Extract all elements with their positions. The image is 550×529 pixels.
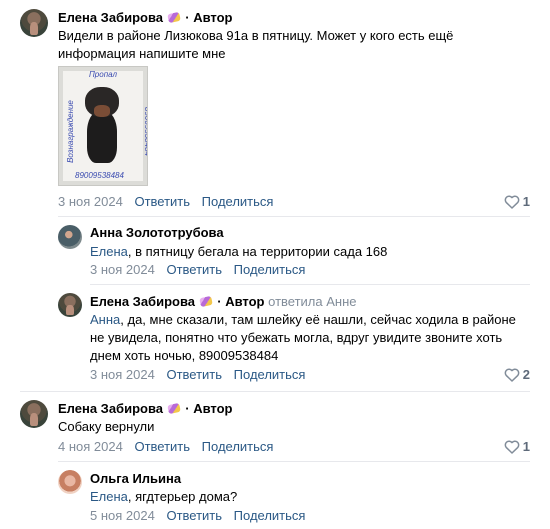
- comment-date[interactable]: 5 ноя 2024: [90, 508, 155, 523]
- comment-text: Анна, да, мне сказали, там шлейку её наш…: [90, 312, 516, 363]
- comment-footer: 3 ноя 2024 Ответить Поделиться: [58, 194, 273, 209]
- divider: [58, 216, 530, 217]
- reply-button[interactable]: Ответить: [166, 262, 222, 277]
- comment-footer: 3 ноя 2024 Ответить Поделиться: [90, 262, 305, 277]
- divider: [58, 461, 530, 462]
- comment-photo[interactable]: Пропал Вознаграждение 89009538484 890095…: [58, 66, 148, 186]
- heart-outline-icon: [504, 440, 520, 454]
- avatar[interactable]: [58, 225, 82, 249]
- heart-outline-icon: [504, 195, 520, 209]
- avatar[interactable]: [20, 9, 48, 37]
- share-button[interactable]: Поделиться: [234, 508, 306, 523]
- comment-text: Собаку вернули: [58, 419, 155, 434]
- sticker-emoji-icon: [199, 295, 214, 308]
- mention-link[interactable]: Анна: [90, 312, 120, 327]
- mention-link[interactable]: Елена: [90, 244, 128, 259]
- comment-date[interactable]: 4 ноя 2024: [58, 439, 123, 454]
- comment-date[interactable]: 3 ноя 2024: [90, 262, 155, 277]
- like-button[interactable]: 1: [504, 194, 530, 209]
- divider: [90, 284, 530, 285]
- share-button[interactable]: Поделиться: [234, 262, 306, 277]
- reply-button[interactable]: Ответить: [134, 439, 190, 454]
- photo-caption-top: Пропал: [89, 70, 117, 79]
- like-count: 2: [522, 367, 530, 382]
- comment-author[interactable]: Ольга Ильина: [90, 471, 181, 486]
- comment-footer: 5 ноя 2024 Ответить Поделиться: [90, 508, 305, 523]
- share-button[interactable]: Поделиться: [202, 194, 274, 209]
- mention-link[interactable]: Елена: [90, 489, 128, 504]
- photo-caption-left: Вознаграждение: [65, 100, 75, 163]
- photo-caption-bottom: 89009538484: [75, 171, 124, 180]
- comment-author[interactable]: Елена Забирова · Автор: [58, 401, 233, 416]
- reply-button[interactable]: Ответить: [134, 194, 190, 209]
- heart-outline-icon: [504, 368, 520, 382]
- divider: [20, 391, 530, 392]
- comment-author[interactable]: Анна Золототрубова: [90, 225, 224, 240]
- comment-footer: 4 ноя 2024 Ответить Поделиться: [58, 439, 273, 454]
- avatar[interactable]: [20, 400, 48, 428]
- share-button[interactable]: Поделиться: [234, 367, 306, 382]
- share-button[interactable]: Поделиться: [202, 439, 274, 454]
- sticker-emoji-icon: [167, 402, 182, 415]
- reply-to-link[interactable]: ответила Анне: [268, 294, 356, 309]
- avatar[interactable]: [58, 470, 82, 494]
- comment-footer: 3 ноя 2024 Ответить Поделиться: [90, 367, 305, 382]
- reply-button[interactable]: Ответить: [166, 508, 222, 523]
- author-badge: · Автор: [185, 10, 233, 25]
- sticker-emoji-icon: [167, 11, 182, 24]
- like-count: 1: [522, 439, 530, 454]
- like-button[interactable]: 2: [504, 367, 530, 382]
- photo-caption-right: 89009538484: [142, 107, 148, 156]
- reply-button[interactable]: Ответить: [166, 367, 222, 382]
- avatar[interactable]: [58, 293, 82, 317]
- comment-author[interactable]: Елена Забирова · Автор: [58, 10, 233, 25]
- comment-date[interactable]: 3 ноя 2024: [58, 194, 123, 209]
- like-button[interactable]: 1: [504, 439, 530, 454]
- author-badge: · Автор: [217, 294, 265, 309]
- comment-text: Видели в районе Лизюкова 91а в пятницу. …: [58, 28, 454, 61]
- comment-text: Елена, в пятницу бегала на территории са…: [90, 244, 388, 259]
- comment-date[interactable]: 3 ноя 2024: [90, 367, 155, 382]
- comment-text: Елена, ягдтерьер дома?: [90, 489, 238, 504]
- comment-author[interactable]: Елена Забирова · Автор ответила Анне: [90, 294, 356, 309]
- author-badge: · Автор: [185, 401, 233, 416]
- like-count: 1: [522, 194, 530, 209]
